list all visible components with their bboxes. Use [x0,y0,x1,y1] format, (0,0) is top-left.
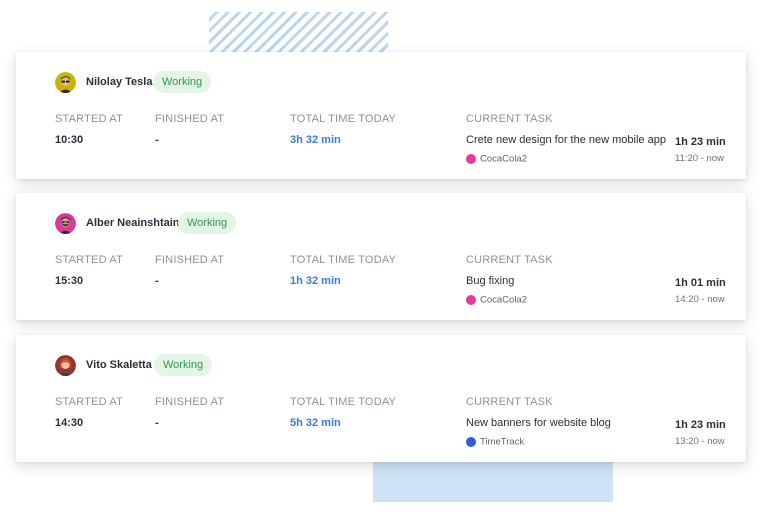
started-at-label: STARTED AT [55,113,124,125]
task-name[interactable]: Crete new design for the new mobile app [466,134,666,146]
avatar[interactable] [55,72,76,93]
started-at-label: STARTED AT [55,396,124,408]
finished-at-label: FINISHED AT [155,396,225,408]
employee-card[interactable]: Nilolay Tesla Working STARTED AT FINISHE… [16,52,746,179]
total-time-label: TOTAL TIME TODAY [290,113,397,125]
task-duration: 1h 23 min [675,419,726,431]
current-task-label: CURRENT TASK [466,113,553,125]
project-name: TimeTrack [480,436,525,448]
total-time-value: 5h 32 min [290,417,341,429]
project-color-dot-icon [466,153,476,164]
task-name[interactable]: Bug fixing [466,275,514,287]
finished-at-value: - [155,134,159,146]
avatar-man-sunglasses-icon [55,72,76,93]
project-color-dot-icon [466,436,476,447]
total-time-label: TOTAL TIME TODAY [290,396,397,408]
task-name[interactable]: New banners for website blog [466,417,611,429]
employee-card[interactable]: Alber Neainshtain Working STARTED AT FIN… [16,193,746,320]
avatar[interactable] [55,355,76,376]
task-time-range: 13:20 - now [675,436,725,447]
finished-at-value: - [155,417,159,429]
task-time-range: 14:20 - now [675,294,725,305]
total-time-value: 3h 32 min [290,134,341,146]
status-badge: Working [153,71,212,93]
started-at-value: 14:30 [55,417,84,429]
task-duration: 1h 23 min [675,136,726,148]
avatar-woman-red-hair-icon [55,355,76,376]
finished-at-label: FINISHED AT [155,254,225,266]
employee-activity-view: Nilolay Tesla Working STARTED AT FINISHE… [0,0,768,520]
project-tag[interactable]: TimeTrack [466,433,525,448]
current-task-label: CURRENT TASK [466,396,553,408]
employee-card[interactable]: Vito Skaletta Working STARTED AT FINISHE… [16,335,746,462]
current-task-label: CURRENT TASK [466,254,553,266]
started-at-value: 15:30 [55,275,84,287]
task-time-range: 11:20 - now [675,153,724,164]
project-color-dot-icon [466,294,476,305]
task-duration: 1h 01 min [675,277,726,289]
total-time-value: 1h 32 min [290,275,341,287]
project-tag[interactable]: CocaCola2 [466,150,527,165]
project-tag[interactable]: CocaCola2 [466,291,527,306]
project-name: CocaCola2 [480,294,527,306]
decorative-block [373,458,613,502]
avatar[interactable] [55,213,76,234]
user-name: Alber Neainshtain [86,217,180,229]
started-at-label: STARTED AT [55,254,124,266]
started-at-value: 10:30 [55,134,84,146]
user-name: Nilolay Tesla [86,76,153,88]
avatar-man-beard-icon [55,213,76,234]
total-time-label: TOTAL TIME TODAY [290,254,397,266]
finished-at-label: FINISHED AT [155,113,225,125]
status-badge: Working [178,212,237,234]
project-name: CocaCola2 [480,153,527,165]
user-name: Vito Skaletta [86,359,152,371]
finished-at-value: - [155,275,159,287]
status-badge: Working [154,354,213,376]
